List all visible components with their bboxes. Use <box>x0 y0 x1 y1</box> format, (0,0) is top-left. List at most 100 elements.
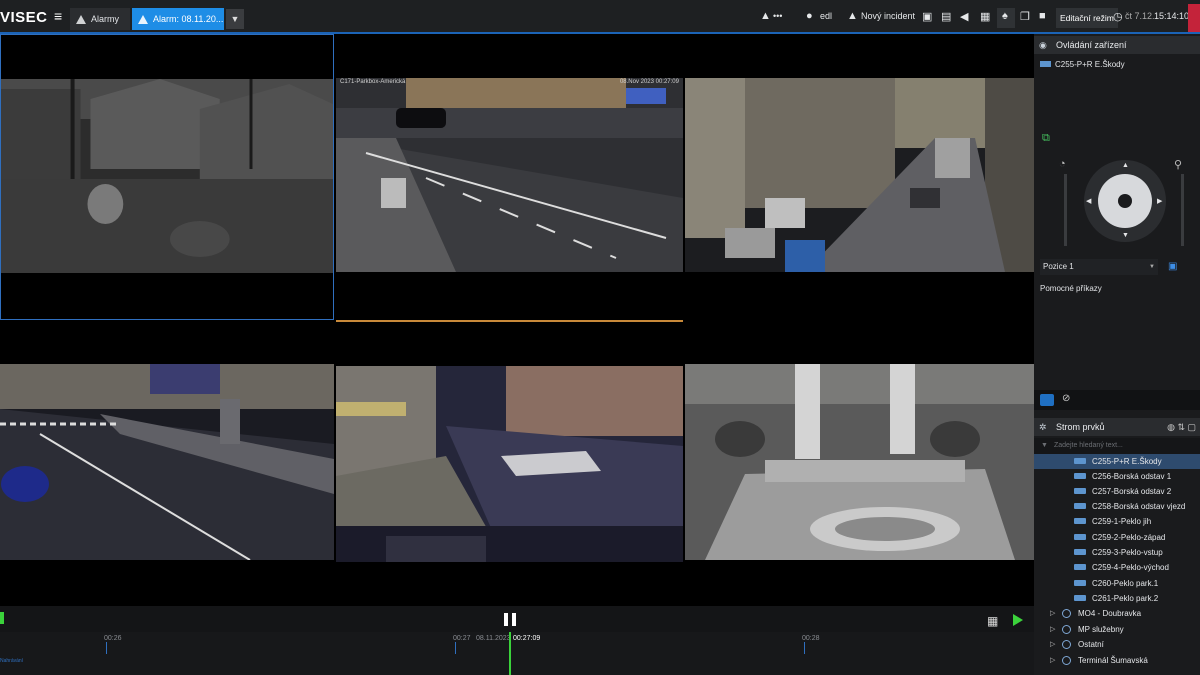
expand-arrow-icon[interactable]: ▷ <box>1050 606 1055 621</box>
tree-item-label: C258-Borská odstav vjezd <box>1092 502 1186 511</box>
warning-icon <box>76 14 86 24</box>
date-display: čt 7.12. <box>1125 11 1155 21</box>
eye-icon: ◉ <box>1039 40 1047 50</box>
camera-icon <box>1074 488 1086 494</box>
tree-item[interactable]: C255-P+R E.Škody <box>1034 454 1200 469</box>
tree-item[interactable]: C260-Peklo park.1 <box>1034 576 1200 591</box>
speed-slider[interactable] <box>1064 174 1067 246</box>
recording-label: Nahrávání <box>0 658 24 664</box>
paperclip-icon[interactable]: ⊘ <box>1062 393 1070 404</box>
filter-icon: ▼ <box>1041 442 1048 449</box>
play-live-icon[interactable] <box>1013 614 1023 626</box>
alarm-count-dots[interactable]: ••• <box>773 11 782 21</box>
camera-feed-3 <box>685 78 1034 272</box>
group-gear-icon <box>1062 640 1071 649</box>
pause-button[interactable] <box>504 613 516 626</box>
lock-icon[interactable]: ▣ <box>922 10 932 23</box>
tab-alarmy[interactable]: Alarmy <box>70 8 130 30</box>
tree-group[interactable]: ▷ MO4 - Doubravka <box>1034 606 1200 621</box>
ptz-left-arrow-icon[interactable]: ◀ <box>1086 197 1091 205</box>
tree-item[interactable]: C259-4-Peklo-východ <box>1034 560 1200 575</box>
tree-item[interactable]: C259-3-Peklo-vstup <box>1034 545 1200 560</box>
tree-group-label: MP služebny <box>1078 625 1124 634</box>
clock-icon: ◷ <box>1113 11 1123 23</box>
device-tool-icon[interactable] <box>1040 394 1054 406</box>
timeline-playhead[interactable] <box>509 632 511 675</box>
zoom-slider[interactable] <box>1181 174 1184 246</box>
camera-icon <box>1040 61 1051 67</box>
warning-icon <box>138 14 148 24</box>
camera-feed-4 <box>0 364 334 560</box>
camera-cell-5[interactable] <box>336 320 683 606</box>
right-panel: ◉ Ovládání zařízení C255-P+R E.Škody ⧉ ◔… <box>1034 34 1200 675</box>
layout-icon[interactable]: ■ <box>1039 10 1046 22</box>
tree-header-icons[interactable]: ◍ ⇅ ▢ <box>1167 418 1196 436</box>
tab-label: Alarmy <box>91 14 120 24</box>
timeline-tick <box>804 642 805 654</box>
tree-group[interactable]: ▷ Ostatní <box>1034 637 1200 652</box>
tree-group-label: Terminál Šumavská <box>1078 656 1148 665</box>
new-incident-button[interactable]: Nový incident <box>861 11 915 21</box>
camera-icon <box>1074 473 1086 479</box>
camera-icon <box>1074 580 1086 586</box>
tree-item[interactable]: C257-Borská odstav 2 <box>1034 484 1200 499</box>
camera-cell-2[interactable]: C171-Parkbox-Americká 08.Nov 2023 00:27:… <box>336 34 683 320</box>
speaker-icon[interactable]: ◀ <box>960 10 968 23</box>
aux-commands[interactable]: Pomocné příkazy <box>1040 284 1102 293</box>
expand-arrow-icon[interactable]: ▷ <box>1050 637 1055 652</box>
group-gear-icon <box>1062 609 1071 618</box>
camera-cell-6[interactable] <box>685 320 1034 606</box>
message-icon[interactable]: ▦ <box>980 10 990 23</box>
user-icon[interactable]: ● <box>806 10 813 22</box>
tree-item-label: C257-Borská odstav 2 <box>1092 487 1172 496</box>
expand-arrow-icon[interactable]: ▷ <box>1050 622 1055 637</box>
close-button[interactable] <box>1188 4 1200 32</box>
tree-item[interactable]: C258-Borská odstav vjezd <box>1034 499 1200 514</box>
ptz-center-icon <box>1118 194 1132 208</box>
camera-icon <box>1074 518 1086 524</box>
windows-icon[interactable]: ❐ <box>1020 10 1030 23</box>
calendar-icon[interactable]: ▦ <box>987 614 998 628</box>
timeline-cursor-date: 08.11.2023 <box>476 635 511 642</box>
ptz-up-arrow-icon[interactable]: ▲ <box>1122 162 1129 169</box>
tree-item[interactable]: C259-1-Peklo jih <box>1034 514 1200 529</box>
tree-item-label: C259-4-Peklo-východ <box>1092 563 1169 572</box>
play-back-icon[interactable] <box>0 612 4 624</box>
tree-group[interactable]: ▷ Terminál Šumavská <box>1034 653 1200 668</box>
tree-group-label: Ostatní <box>1078 640 1104 649</box>
user-name[interactable]: edl <box>820 11 832 21</box>
tree-item[interactable]: C261-Peklo park.2 <box>1034 591 1200 606</box>
tree-item[interactable]: C256-Borská odstav 1 <box>1034 469 1200 484</box>
monitor-icon[interactable]: ▤ <box>941 10 951 23</box>
selected-device-label: C255-P+R E.Škody <box>1055 60 1125 69</box>
timeline-tick <box>455 642 456 654</box>
hamburger-icon[interactable]: ≡ <box>54 8 62 24</box>
external-link-icon[interactable]: ⧉ <box>1042 132 1050 145</box>
tree-item-label: C259-2-Peklo-západ <box>1092 533 1166 542</box>
camera-icon <box>1074 564 1086 570</box>
playback-controls: ▦ <box>0 606 1034 632</box>
camera-cell-4[interactable] <box>0 320 334 606</box>
tree-search-placeholder: Zadejte hledaný text... <box>1054 442 1123 449</box>
tree-group[interactable]: ▷ MP služebny <box>1034 622 1200 637</box>
save-icon[interactable]: ▣ <box>1168 261 1177 272</box>
bell-icon: ♠ <box>1002 10 1008 22</box>
camera-icon <box>1074 534 1086 540</box>
tab-dropdown-button[interactable]: ▼ <box>226 9 244 29</box>
tab-alarm-active[interactable]: Alarm: 08.11.20... <box>132 8 224 30</box>
tree-item[interactable]: C259-2-Peklo-západ <box>1034 530 1200 545</box>
edit-mode-button[interactable]: Editační režim <box>1056 8 1118 28</box>
group-gear-icon <box>1062 656 1071 665</box>
ptz-right-arrow-icon[interactable]: ▶ <box>1157 197 1162 205</box>
expand-arrow-icon[interactable]: ▷ <box>1050 653 1055 668</box>
timeline-track[interactable]: 00:26 00:27 08.11.2023 00:28 00:27:09 <box>0 632 1034 675</box>
ptz-down-arrow-icon[interactable]: ▼ <box>1122 232 1129 239</box>
app-logo: VISEC <box>0 9 48 26</box>
camera-timestamp: 08.Nov 2023 00:27:09 <box>619 79 679 85</box>
camera-cell-1[interactable] <box>0 34 334 320</box>
camera-feed-5 <box>336 366 683 562</box>
tree-search-input[interactable]: ▼ Zadejte hledaný text... <box>1034 438 1200 454</box>
position-select[interactable]: Pozice 1 ▼ <box>1040 259 1158 275</box>
camera-cell-3[interactable] <box>685 34 1034 320</box>
alarm-warning-icon[interactable]: ▲ <box>760 10 771 22</box>
